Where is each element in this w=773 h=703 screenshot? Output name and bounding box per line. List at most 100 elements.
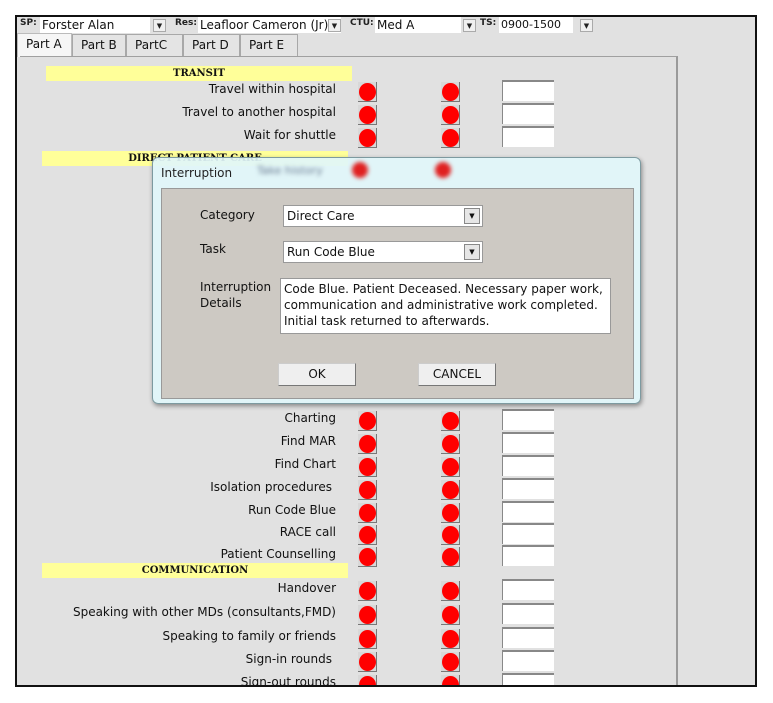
task-count-input[interactable] — [502, 126, 554, 147]
status-button-start[interactable] — [358, 434, 377, 454]
status-button-start[interactable] — [358, 411, 377, 431]
status-button-end[interactable] — [441, 547, 460, 567]
cancel-button[interactable]: CANCEL — [418, 363, 496, 386]
status-button-start[interactable] — [358, 525, 377, 545]
ctu-select[interactable]: Med A — [375, 17, 461, 33]
section-header-transit: TRANSIT — [46, 66, 352, 81]
task-count-input[interactable] — [502, 523, 554, 544]
status-button-start[interactable] — [358, 629, 377, 649]
task-count-input[interactable] — [502, 545, 554, 566]
status-button-end[interactable] — [441, 525, 460, 545]
task-row: Travel to another hospital — [20, 103, 680, 125]
status-button-end[interactable] — [441, 105, 460, 125]
task-label: Travel to another hospital — [182, 105, 336, 119]
task-row: Run Code Blue — [20, 501, 680, 523]
status-button-start[interactable] — [358, 581, 377, 601]
tab-part-e[interactable]: Part E — [240, 34, 298, 56]
task-row: Speaking to family or friends — [20, 627, 680, 649]
status-button-start[interactable] — [358, 105, 377, 125]
task-label: Travel within hospital — [208, 82, 336, 96]
status-button-end[interactable] — [441, 434, 460, 454]
task-count-input[interactable] — [502, 80, 554, 101]
tab-part-c[interactable]: PartC — [126, 34, 183, 56]
status-button-start[interactable] — [358, 128, 377, 148]
task-label: Task — [200, 242, 226, 256]
task-count-input[interactable] — [502, 650, 554, 671]
task-row: Find MAR — [20, 432, 680, 454]
status-button-end[interactable] — [441, 581, 460, 601]
task-count-input[interactable] — [502, 103, 554, 124]
status-button-start[interactable] — [358, 605, 377, 625]
task-label: Sign-in rounds — [245, 652, 332, 666]
task-row: Find Chart — [20, 455, 680, 477]
tab-part-a[interactable]: Part A — [17, 33, 72, 57]
category-select[interactable]: Direct Care ▼ — [283, 205, 483, 227]
status-button-start[interactable] — [358, 652, 377, 672]
chevron-down-icon[interactable]: ▼ — [464, 208, 480, 224]
status-button-end[interactable] — [441, 457, 460, 477]
status-button-end[interactable] — [441, 411, 460, 431]
interruption-details-textarea[interactable]: Code Blue. Patient Deceased. Necessary p… — [280, 278, 611, 334]
selector-bar: SP: Forster Alan ▼ Res: Leafloor Cameron… — [17, 17, 755, 34]
status-button-start[interactable] — [358, 675, 377, 685]
task-label: Wait for shuttle — [243, 128, 336, 142]
status-button-start[interactable] — [358, 547, 377, 567]
status-button-end[interactable] — [441, 128, 460, 148]
res-label: Res: — [175, 18, 197, 28]
interruption-details-label: Interruption Details — [200, 279, 271, 311]
sp-label: SP: — [20, 18, 37, 28]
task-label: Isolation procedures — [210, 480, 332, 494]
status-button-end[interactable] — [441, 503, 460, 523]
ok-button[interactable]: OK — [278, 363, 356, 386]
status-button-start[interactable] — [358, 82, 377, 102]
details-label-line-1: Interruption — [200, 280, 272, 294]
task-count-input[interactable] — [502, 627, 554, 648]
status-button-end[interactable] — [441, 605, 460, 625]
res-dropdown-arrow-icon[interactable]: ▼ — [328, 19, 341, 32]
res-select[interactable]: Leafloor Cameron (Jr) — [198, 17, 341, 33]
status-button-end[interactable] — [441, 82, 460, 102]
background-status-dot-blurred — [352, 162, 368, 178]
status-button-start[interactable] — [358, 457, 377, 477]
status-button-end[interactable] — [441, 652, 460, 672]
task-label: Handover — [277, 581, 336, 595]
task-label: Patient Counselling — [220, 547, 336, 561]
task-row: Sign-out rounds — [20, 673, 680, 685]
category-value: Direct Care — [287, 209, 355, 223]
task-label: Speaking with other MDs (consultants,FMD… — [72, 605, 336, 619]
background-task-label-blurred: Take history — [257, 164, 323, 177]
task-count-input[interactable] — [502, 673, 554, 685]
task-label: Speaking to family or friends — [162, 629, 336, 643]
tab-part-b[interactable]: Part B — [72, 34, 126, 56]
status-button-end[interactable] — [441, 675, 460, 685]
task-label: Find MAR — [280, 434, 336, 448]
category-label: Category — [200, 208, 255, 222]
ctu-dropdown-arrow-icon[interactable]: ▼ — [463, 19, 476, 32]
task-count-input[interactable] — [502, 501, 554, 522]
chevron-down-icon[interactable]: ▼ — [464, 244, 480, 260]
task-count-input[interactable] — [502, 432, 554, 453]
task-label: RACE call — [279, 525, 336, 539]
status-button-start[interactable] — [358, 480, 377, 500]
ts-dropdown-arrow-icon[interactable]: ▼ — [580, 19, 593, 32]
task-label: Run Code Blue — [248, 503, 336, 517]
task-count-input[interactable] — [502, 478, 554, 499]
status-button-start[interactable] — [358, 503, 377, 523]
interruption-dialog: Take history Interruption Category Direc… — [152, 157, 641, 404]
background-status-dot-blurred — [435, 162, 451, 178]
task-select[interactable]: Run Code Blue ▼ — [283, 241, 483, 263]
tab-part-d[interactable]: Part D — [183, 34, 240, 56]
task-row: Wait for shuttle — [20, 126, 680, 148]
task-count-input[interactable] — [502, 603, 554, 624]
ts-select[interactable]: 0900-1500 — [499, 17, 573, 33]
task-count-input[interactable] — [502, 409, 554, 430]
status-button-end[interactable] — [441, 480, 460, 500]
sp-select[interactable]: Forster Alan — [40, 17, 150, 33]
task-count-input[interactable] — [502, 455, 554, 476]
task-value: Run Code Blue — [287, 245, 375, 259]
sp-dropdown-arrow-icon[interactable]: ▼ — [153, 19, 166, 32]
ts-label: TS: — [480, 18, 497, 28]
task-count-input[interactable] — [502, 579, 554, 600]
status-button-end[interactable] — [441, 629, 460, 649]
task-row: Handover — [20, 579, 680, 601]
